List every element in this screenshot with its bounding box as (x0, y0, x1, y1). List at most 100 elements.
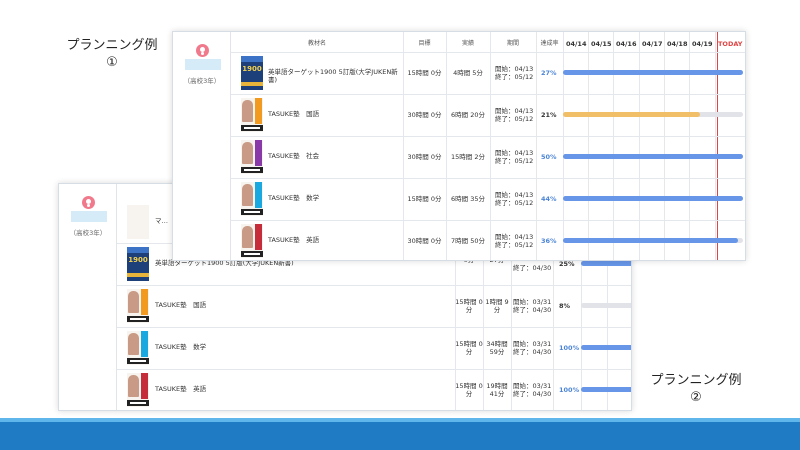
book-cover-brand (127, 400, 149, 406)
target-time: 15時間 0分 (407, 195, 442, 203)
material-name: TASUKE塾 国語 (155, 301, 207, 309)
grid-line (563, 32, 564, 260)
target-time: 15時間 0分 (455, 340, 483, 356)
material-name: TASUKE塾 数学 (268, 194, 320, 202)
header-target: 目標 (418, 40, 431, 47)
label-number: ② (690, 390, 702, 405)
progress-bar (563, 196, 743, 201)
period-start: 開始：03/31 (513, 340, 552, 348)
period-end: 終了：05/12 (495, 115, 534, 123)
material-name: TASUKE塾 英語 (155, 385, 207, 393)
progress-bar (563, 70, 743, 75)
planning-example-2-label: プランニング例 ② (646, 372, 746, 406)
book-cover-photo (128, 375, 139, 397)
today-marker-line (717, 32, 718, 260)
book-cover-stripe (241, 82, 263, 86)
progress-bar (563, 238, 738, 243)
actual-time: 34時間 59分 (486, 340, 508, 356)
book-cover-brand (241, 251, 263, 257)
grid-line (613, 32, 614, 260)
material-name: TASUKE塾 英語 (268, 236, 320, 244)
book-cover-stripe (127, 273, 149, 277)
avatar (196, 44, 209, 57)
book-cover-spine (255, 140, 262, 166)
period-end: 終了：04/30 (513, 306, 552, 314)
book-cover-spine (141, 331, 148, 357)
day-header: TODAY (718, 40, 743, 48)
grid-line (117, 327, 631, 328)
period-start: 開始：04/13 (495, 233, 534, 241)
achievement-rate: 25% (559, 260, 575, 268)
book-cover-photo (128, 291, 139, 313)
avatar (82, 196, 95, 209)
progress-track (581, 303, 631, 308)
book-cover-photo (242, 184, 253, 206)
achievement-rate: 100% (559, 344, 580, 352)
material-name: TASUKE塾 数学 (155, 343, 207, 351)
book-cover-tasuke (241, 140, 263, 174)
period-end: 終了：04/30 (513, 348, 552, 356)
label-title: プランニング例 (650, 373, 742, 388)
book-cover-spine (255, 98, 262, 124)
progress-bar (581, 345, 631, 350)
book-cover-tasuke (127, 289, 149, 323)
grid-line (588, 32, 589, 260)
period-start: 開始：04/13 (495, 65, 534, 73)
grid-line (689, 32, 690, 260)
book-cover-tasuke (127, 373, 149, 407)
period-end: 終了：04/30 (513, 390, 552, 398)
book-cover (127, 205, 149, 239)
target-time: 15時間 0分 (455, 382, 483, 398)
actual-time: 6時間 20分 (451, 111, 485, 119)
student-name-redacted (71, 211, 107, 222)
book-cover-target1900: 1900 (127, 247, 149, 281)
day-header: 04/16 (616, 40, 637, 48)
grid-line (664, 32, 665, 260)
progress-bar (581, 387, 631, 392)
header-rate: 達成率 (540, 40, 559, 47)
book-cover-tasuke (241, 182, 263, 216)
grid-line (715, 32, 716, 260)
day-header: 04/18 (667, 40, 688, 48)
target-time: 30時間 0分 (407, 237, 442, 245)
actual-time: 7時間 50分 (451, 237, 485, 245)
period-start: 開始：04/13 (495, 191, 534, 199)
day-header: 04/15 (591, 40, 612, 48)
planning-example-1-label: プランニング例 ① (60, 37, 164, 71)
grid-line (446, 32, 447, 260)
material-name: TASUKE塾 社会 (268, 152, 320, 160)
book-cover-spine (255, 182, 262, 208)
period-end: 終了：05/12 (495, 73, 534, 81)
achievement-rate: 27% (541, 69, 557, 77)
book-cover-spine (141, 373, 148, 399)
book-cover-photo (242, 100, 253, 122)
period-end: 終了：04/30 (513, 264, 552, 272)
period-end: 終了：05/12 (495, 157, 534, 165)
planning-panel-example-1: （高校3年） 教材名 目標 実績 期間 達成率 04/14 04/15 04/16 0… (172, 31, 746, 261)
grid-line (117, 369, 631, 370)
book-cover-tasuke (241, 98, 263, 132)
footer-accent (0, 418, 800, 422)
book-cover-tasuke (127, 331, 149, 365)
progress-bar (563, 154, 743, 159)
book-cover-tasuke (241, 224, 263, 258)
period-start: 開始：03/31 (513, 298, 552, 306)
day-header: 04/14 (566, 40, 587, 48)
achievement-rate: 50% (541, 153, 557, 161)
actual-time: 15時間 2分 (451, 153, 485, 161)
header-actual: 実績 (461, 40, 474, 47)
book-cover-brand (241, 125, 263, 131)
book-cover-spine (255, 224, 262, 250)
material-name: 英単語ターゲット1900 5訂版(大学JUKEN新書) (268, 68, 398, 84)
target-time: 30時間 0分 (407, 111, 442, 119)
progress-bar (581, 261, 631, 266)
progress-bar (563, 112, 700, 117)
book-cover-brand (127, 316, 149, 322)
achievement-rate: 21% (541, 111, 557, 119)
student-name-redacted (185, 59, 221, 70)
day-header: 04/19 (692, 40, 713, 48)
header-material: 教材名 (307, 40, 326, 47)
header-period: 期間 (506, 40, 519, 47)
achievement-rate: 8% (559, 302, 571, 310)
target-time: 15時間 0分 (407, 69, 442, 77)
